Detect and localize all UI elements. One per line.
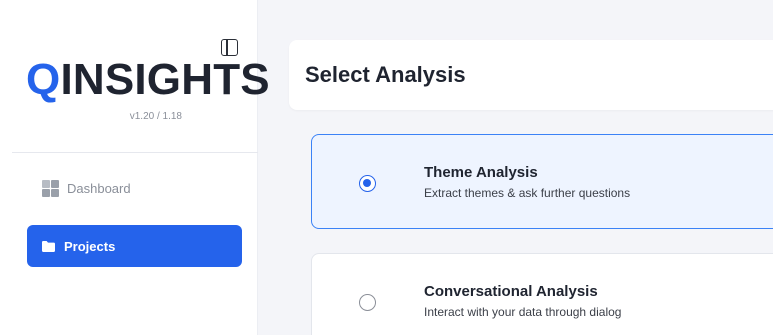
- sidebar-item-projects[interactable]: Projects: [27, 225, 242, 267]
- logo-text: INSIGHTS: [60, 55, 270, 104]
- sidebar: QINSIGHTS v1.20 / 1.18 Dashboard Project…: [0, 0, 270, 335]
- option-description: Interact with your data through dialog: [424, 305, 622, 319]
- analysis-option-conversational[interactable]: Conversational Analysis Interact with yo…: [311, 253, 773, 335]
- sidebar-item-dashboard[interactable]: Dashboard: [42, 167, 242, 209]
- version-label: v1.20 / 1.18: [129, 111, 182, 122]
- sidebar-divider: [12, 152, 258, 153]
- sidebar-toggle-icon[interactable]: [221, 39, 238, 56]
- page-title: Select Analysis: [305, 62, 466, 87]
- option-title: Theme Analysis: [424, 164, 538, 181]
- option-title: Conversational Analysis: [424, 283, 598, 300]
- radio-theme-analysis[interactable]: [359, 175, 376, 192]
- dashboard-grid-icon: [42, 179, 59, 197]
- logo-q: Q: [26, 55, 61, 104]
- app-logo[interactable]: QINSIGHTS: [26, 58, 270, 102]
- option-description: Extract themes & ask further questions: [424, 186, 631, 200]
- folder-icon: [41, 240, 56, 253]
- page-header: Select Analysis: [289, 40, 773, 110]
- radio-conversational-analysis[interactable]: [359, 294, 376, 311]
- sidebar-item-label: Projects: [64, 238, 116, 254]
- analysis-option-theme[interactable]: Theme Analysis Extract themes & ask furt…: [311, 134, 773, 229]
- sidebar-item-label: Dashboard: [67, 180, 131, 196]
